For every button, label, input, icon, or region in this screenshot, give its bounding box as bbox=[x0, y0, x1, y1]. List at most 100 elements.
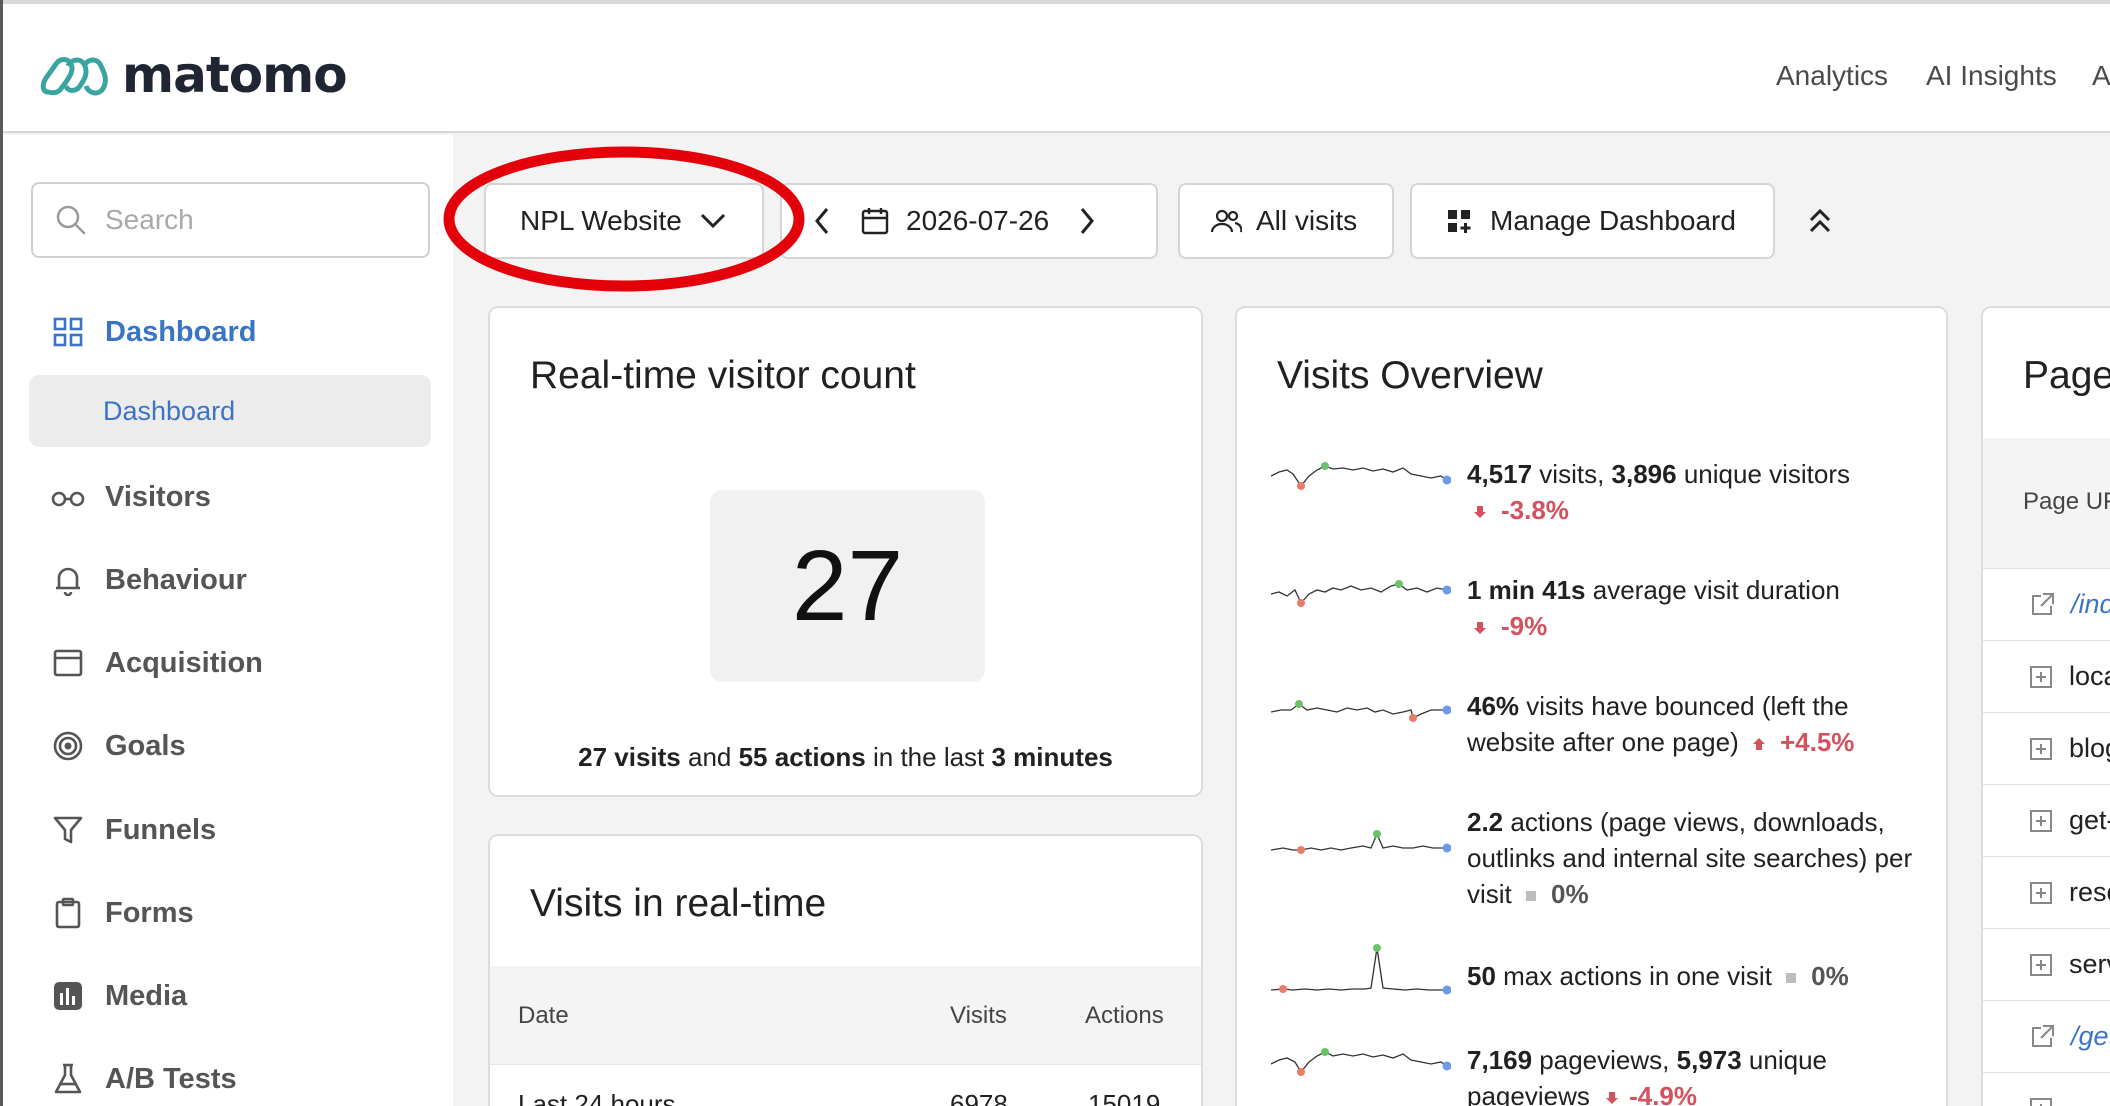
overview-text: 46% visits have bounced (left the websit… bbox=[1467, 688, 1927, 760]
metric-change: 0% bbox=[1811, 961, 1849, 991]
metric-value: 2.2 bbox=[1467, 807, 1504, 837]
collapse-toolbar-button[interactable] bbox=[1800, 198, 1840, 244]
segment-selector-button[interactable]: All visits bbox=[1178, 183, 1394, 259]
date-selector[interactable]: 2026-07-26 bbox=[780, 183, 1158, 259]
clipboard-icon bbox=[51, 896, 85, 930]
metric-value: 1 min 41s bbox=[1467, 575, 1586, 605]
sidebar-item-label: Forms bbox=[105, 896, 194, 929]
search-box[interactable] bbox=[31, 182, 430, 258]
sidebar-item-behaviour[interactable]: Behaviour bbox=[3, 550, 453, 610]
widget-pages: Page Page UF /ind loca blog get- rese se… bbox=[1981, 306, 2110, 1106]
summary-text: and bbox=[680, 742, 739, 772]
summary-visits: 27 visits bbox=[578, 742, 681, 772]
nav-more[interactable]: A bbox=[2092, 60, 2110, 92]
expand-plus-icon[interactable] bbox=[2029, 953, 2053, 977]
sidebar-item-goals[interactable]: Goals bbox=[3, 716, 453, 776]
page-url[interactable]: /ind bbox=[2071, 589, 2110, 620]
flask-icon bbox=[51, 1062, 85, 1096]
sparkline bbox=[1271, 1048, 1451, 1076]
metric-change: -3.8% bbox=[1501, 495, 1569, 525]
expand-plus-icon[interactable] bbox=[2029, 809, 2053, 833]
external-link-icon[interactable] bbox=[2029, 592, 2055, 618]
chevron-left-icon[interactable] bbox=[812, 206, 832, 236]
arrow-down-icon bbox=[1474, 506, 1486, 519]
matomo-logo-icon bbox=[40, 57, 108, 96]
metric-change: +4.5% bbox=[1779, 727, 1855, 757]
nav-ai-insights[interactable]: AI Insights bbox=[1926, 60, 2057, 92]
expand-plus-icon[interactable] bbox=[2029, 881, 2053, 905]
metric-label: visits, bbox=[1532, 459, 1612, 489]
page-url[interactable]: /get bbox=[2071, 1021, 2110, 1052]
logo-text: matomo bbox=[122, 46, 348, 104]
top-header: matomo Analytics AI Insights A bbox=[0, 0, 2110, 133]
matomo-logo[interactable]: matomo bbox=[40, 46, 348, 104]
table-row[interactable]: blog bbox=[1983, 712, 2110, 784]
page-folder: serv bbox=[2069, 949, 2110, 979]
sidebar-item-label: Media bbox=[105, 979, 188, 1012]
sidebar: Dashboard Dashboard Visitors Behaviour A… bbox=[3, 135, 453, 1106]
summary-minutes: 3 minutes bbox=[991, 742, 1113, 772]
column-header-visits[interactable]: Visits bbox=[950, 1002, 1007, 1030]
widget-title: Visits Overview bbox=[1277, 354, 1543, 397]
sidebar-item-visitors[interactable]: Visitors bbox=[3, 467, 453, 527]
table-row[interactable]: /get bbox=[1983, 1000, 2110, 1072]
table-row[interactable]: serv bbox=[1983, 928, 2110, 1000]
sparkline bbox=[1271, 700, 1451, 722]
arrow-down-icon bbox=[1606, 1092, 1619, 1105]
metric-label: max actions in one visit bbox=[1495, 961, 1772, 991]
sidebar-item-label: Acquisition bbox=[105, 646, 263, 679]
realtime-summary: 27 visits and 55 actions in the last 3 m… bbox=[490, 742, 1201, 773]
metric-label: pageviews, bbox=[1532, 1045, 1677, 1075]
widget-title: Visits in real-time bbox=[530, 882, 827, 925]
arrow-up-icon bbox=[1752, 738, 1765, 751]
column-header-date[interactable]: Date bbox=[518, 1002, 569, 1030]
cell-date: Last 24 hours bbox=[518, 1089, 676, 1106]
sidebar-item-media[interactable]: Media bbox=[3, 966, 453, 1026]
table-row[interactable] bbox=[1983, 1072, 2110, 1106]
metric-value: 3,896 bbox=[1611, 459, 1677, 489]
manage-dashboard-button[interactable]: Manage Dashboard bbox=[1410, 183, 1775, 259]
bell-icon bbox=[51, 563, 85, 597]
window-edge bbox=[0, 0, 3, 1106]
table-row[interactable]: /ind bbox=[1983, 568, 2110, 640]
nav-analytics[interactable]: Analytics bbox=[1776, 60, 1888, 92]
page-folder: loca bbox=[2069, 661, 2110, 691]
metric-value: 5,973 bbox=[1676, 1045, 1742, 1075]
search-input[interactable] bbox=[105, 204, 405, 236]
sidebar-item-ab-tests[interactable]: A/B Tests bbox=[3, 1049, 453, 1106]
expand-plus-icon[interactable] bbox=[2029, 737, 2053, 761]
external-link-icon[interactable] bbox=[2029, 1024, 2055, 1050]
double-chevron-up-icon bbox=[1809, 208, 1831, 233]
sidebar-item-forms[interactable]: Forms bbox=[3, 883, 453, 943]
column-header-page-url[interactable]: Page UF bbox=[2023, 488, 2110, 516]
expand-plus-icon[interactable] bbox=[2029, 1097, 2053, 1106]
metric-value: 46% bbox=[1467, 691, 1520, 721]
widget-visits-overview: Visits Overview 4,517 visits, 3,896 uniq… bbox=[1235, 306, 1948, 1106]
sidebar-item-label: Visitors bbox=[105, 480, 211, 513]
site-selector-button[interactable]: NPL Website bbox=[484, 183, 764, 259]
sidebar-item-label: A/B Tests bbox=[105, 1062, 237, 1095]
browser-window-icon bbox=[51, 646, 85, 680]
sidebar-subitem-dashboard[interactable]: Dashboard bbox=[29, 375, 431, 447]
segment-label: All visits bbox=[1256, 205, 1358, 236]
sidebar-item-dashboard[interactable]: Dashboard bbox=[3, 302, 453, 362]
target-icon bbox=[51, 729, 85, 763]
chevron-down-icon bbox=[700, 213, 725, 229]
table-row[interactable]: get- bbox=[1983, 784, 2110, 856]
chevron-right-icon[interactable] bbox=[1077, 206, 1097, 236]
table-row[interactable]: rese bbox=[1983, 856, 2110, 928]
dashboard-add-icon bbox=[1448, 210, 1471, 233]
dashboard-grid-icon bbox=[51, 315, 85, 349]
sidebar-item-funnels[interactable]: Funnels bbox=[3, 800, 453, 860]
summary-text: in the last bbox=[865, 742, 992, 772]
visitor-count-value: 27 bbox=[710, 490, 985, 682]
expand-plus-icon[interactable] bbox=[2029, 665, 2053, 689]
metric-value: 7,169 bbox=[1467, 1045, 1533, 1075]
search-icon bbox=[56, 205, 86, 235]
sidebar-item-label: Behaviour bbox=[105, 563, 247, 596]
column-header-actions[interactable]: Actions bbox=[1085, 1002, 1164, 1030]
table-row[interactable]: loca bbox=[1983, 640, 2110, 712]
metric-change: -9% bbox=[1501, 611, 1548, 641]
sidebar-item-acquisition[interactable]: Acquisition bbox=[3, 633, 453, 693]
widget-title: Page bbox=[2023, 354, 2110, 397]
